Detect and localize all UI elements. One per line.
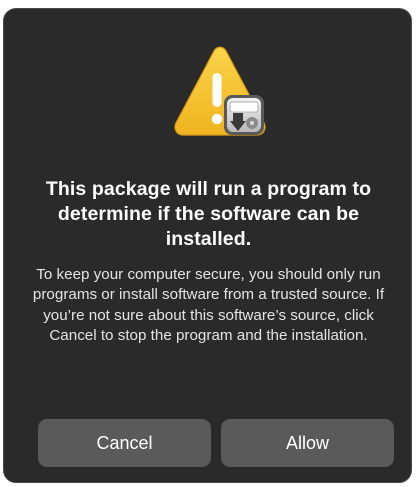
cancel-button[interactable]: Cancel <box>38 419 211 467</box>
allow-button[interactable]: Allow <box>221 419 394 467</box>
warning-icon <box>172 45 268 141</box>
disk-icon <box>224 95 264 135</box>
installer-alert-dialog: This package will run a program to deter… <box>3 8 412 483</box>
dialog-title: This package will run a program to deter… <box>45 178 372 250</box>
dialog-message: To keep your computer secure, you should… <box>32 266 385 345</box>
